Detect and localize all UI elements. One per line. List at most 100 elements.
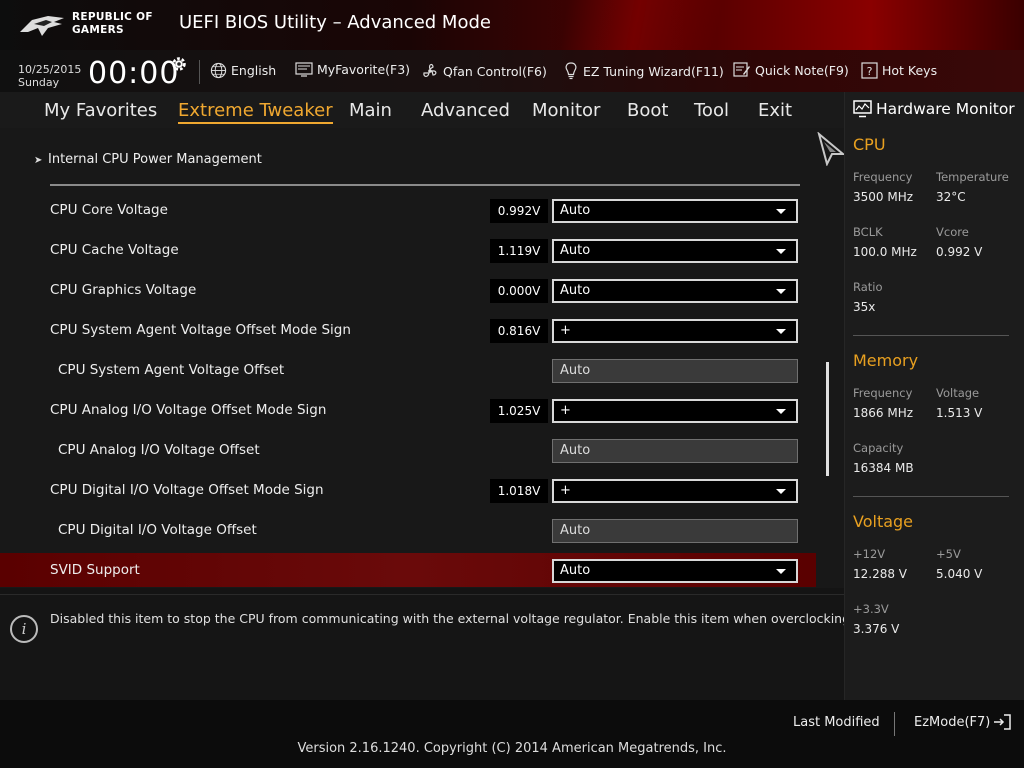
monitor-icon [853, 100, 872, 118]
hw-label: +12V [853, 547, 886, 561]
rog-logo-text: REPUBLIC OF GAMERS [72, 11, 153, 37]
rog-logo: REPUBLIC OF GAMERS [18, 8, 168, 42]
favorite-screen-icon [295, 62, 313, 77]
hw-memory-voltage: 1.513 V [936, 406, 983, 420]
svg-text:?: ? [867, 65, 873, 78]
tab-boot[interactable]: Boot [627, 100, 668, 121]
ezmode-button[interactable]: EzMode(F7) [914, 713, 1012, 731]
setting-row-svid-support[interactable]: SVID Support Auto [0, 553, 816, 587]
chevron-down-icon [776, 209, 786, 214]
submenu-arrow-icon: ➤ [34, 155, 43, 166]
info-icon: i [10, 615, 38, 643]
voltage-readout: 0.992V [490, 199, 548, 223]
dropdown-value: + [560, 403, 571, 418]
setting-dropdown[interactable]: + [552, 479, 798, 503]
tab-monitor[interactable]: Monitor [532, 100, 600, 121]
qfan-control-button[interactable]: Qfan Control(F6) [421, 62, 547, 80]
tab-advanced[interactable]: Advanced [421, 100, 510, 121]
dropdown-value: Auto [560, 563, 591, 578]
setting-row-cpu-sa-voltage-offset-mode-sign[interactable]: CPU System Agent Voltage Offset Mode Sig… [0, 313, 816, 347]
setting-dropdown[interactable]: + [552, 319, 798, 343]
tab-extreme-tweaker[interactable]: Extreme Tweaker [178, 100, 333, 124]
hw-memory-heading: Memory [853, 351, 919, 370]
dropdown-value: Auto [560, 283, 591, 298]
footer-separator [894, 712, 895, 736]
tab-tool[interactable]: Tool [694, 100, 729, 121]
tab-exit[interactable]: Exit [758, 100, 792, 121]
fan-icon [423, 63, 437, 77]
date-value: 10/25/2015 [18, 63, 82, 76]
setting-dropdown[interactable]: Auto [552, 199, 798, 223]
setting-row-cpu-cache-voltage[interactable]: CPU Cache Voltage 1.119V Auto [0, 233, 816, 267]
question-box-icon: ? [861, 62, 878, 79]
chevron-down-icon [776, 249, 786, 254]
title-bar: REPUBLIC OF GAMERS UEFI BIOS Utility – A… [0, 0, 1024, 50]
hw-voltage-heading: Voltage [853, 512, 914, 531]
help-panel: i Disabled this item to stop the CPU fro… [0, 594, 854, 700]
ez-tuning-wizard-button[interactable]: EZ Tuning Wizard(F11) [563, 62, 724, 80]
logo-line-2: GAMERS [72, 24, 124, 36]
globe-icon [210, 62, 227, 79]
note-icon [733, 62, 750, 77]
setting-text-field[interactable]: Auto [552, 359, 798, 383]
hw-cpu-vcore: 0.992 V [936, 245, 983, 259]
hw-label: Frequency [853, 386, 913, 400]
gear-icon[interactable] [170, 55, 188, 73]
clock-display[interactable]: 00:00 [88, 56, 179, 91]
setting-dropdown[interactable]: Auto [552, 239, 798, 263]
submenu-internal-cpu-power-management[interactable]: ➤ Internal CPU Power Management [34, 152, 262, 167]
setting-row-cpu-digital-io-offset[interactable]: CPU Digital I/O Voltage Offset Auto [0, 513, 816, 547]
date-display[interactable]: 10/25/2015 Sunday [18, 63, 81, 89]
hw-label: Vcore [936, 225, 969, 239]
info-bar: 10/25/2015 Sunday 00:00 English MyFavori… [0, 50, 1024, 92]
voltage-readout: 1.119V [490, 239, 548, 263]
setting-row-cpu-digital-io-offset-mode-sign[interactable]: CPU Digital I/O Voltage Offset Mode Sign… [0, 473, 816, 507]
chevron-down-icon [776, 569, 786, 574]
hot-keys-button[interactable]: ? Hot Keys [861, 62, 937, 79]
setting-row-cpu-analog-io-offset[interactable]: CPU Analog I/O Voltage Offset Auto [0, 433, 816, 467]
setting-label: CPU Analog I/O Voltage Offset [58, 442, 260, 458]
footer-bar: Last Modified EzMode(F7) Version 2.16.12… [0, 700, 1024, 768]
myfavorite-button[interactable]: MyFavorite(F3) [295, 62, 410, 77]
hardware-monitor-panel: Hardware Monitor CPU Frequency Temperatu… [844, 92, 1024, 700]
quick-note-button[interactable]: Quick Note(F9) [733, 62, 849, 78]
setting-dropdown[interactable]: + [552, 399, 798, 423]
help-text: Disabled this item to stop the CPU from … [50, 611, 855, 626]
window-title: UEFI BIOS Utility – Advanced Mode [179, 12, 491, 33]
dropdown-value: + [560, 323, 571, 338]
quick-note-label: Quick Note(F9) [755, 62, 849, 78]
hw-voltage-12v: 12.288 V [853, 567, 908, 581]
setting-dropdown[interactable]: Auto [552, 559, 798, 583]
setting-row-cpu-analog-io-offset-mode-sign[interactable]: CPU Analog I/O Voltage Offset Mode Sign … [0, 393, 816, 427]
chevron-down-icon [776, 409, 786, 414]
setting-text-field[interactable]: Auto [552, 439, 798, 463]
tab-my-favorites[interactable]: My Favorites [44, 100, 157, 121]
voltage-readout: 1.018V [490, 479, 548, 503]
setting-text-field[interactable]: Auto [552, 519, 798, 543]
scrollbar-thumb[interactable] [826, 362, 829, 476]
setting-row-cpu-graphics-voltage[interactable]: CPU Graphics Voltage 0.000V Auto [0, 273, 816, 307]
tab-main[interactable]: Main [349, 100, 392, 121]
language-button[interactable]: English [210, 62, 276, 79]
setting-label: SVID Support [50, 562, 140, 578]
setting-row-cpu-core-voltage[interactable]: CPU Core Voltage 0.992V Auto [0, 193, 816, 227]
setting-dropdown[interactable]: Auto [552, 279, 798, 303]
rog-eye-icon [20, 16, 64, 36]
voltage-readout: 0.816V [490, 319, 548, 343]
qfan-control-label: Qfan Control(F6) [443, 63, 547, 79]
hw-cpu-heading: CPU [853, 135, 886, 154]
hw-memory-frequency: 1866 MHz [853, 406, 914, 420]
hw-label: Frequency [853, 170, 913, 184]
chevron-down-icon [776, 329, 786, 334]
setting-row-cpu-sa-voltage-offset[interactable]: CPU System Agent Voltage Offset Auto [0, 353, 816, 387]
hot-keys-label: Hot Keys [882, 63, 938, 78]
dropdown-value: Auto [560, 203, 591, 218]
hw-label: +3.3V [853, 602, 889, 616]
hw-divider [853, 496, 1009, 497]
last-modified-button[interactable]: Last Modified [793, 715, 880, 730]
ez-tuning-wizard-label: EZ Tuning Wizard(F11) [583, 63, 724, 79]
hw-voltage-3v3: 3.376 V [853, 622, 900, 636]
exit-arrow-icon [994, 714, 1012, 730]
section-divider [50, 184, 800, 186]
main-tabs: My Favorites Extreme Tweaker Main Advanc… [0, 92, 844, 128]
